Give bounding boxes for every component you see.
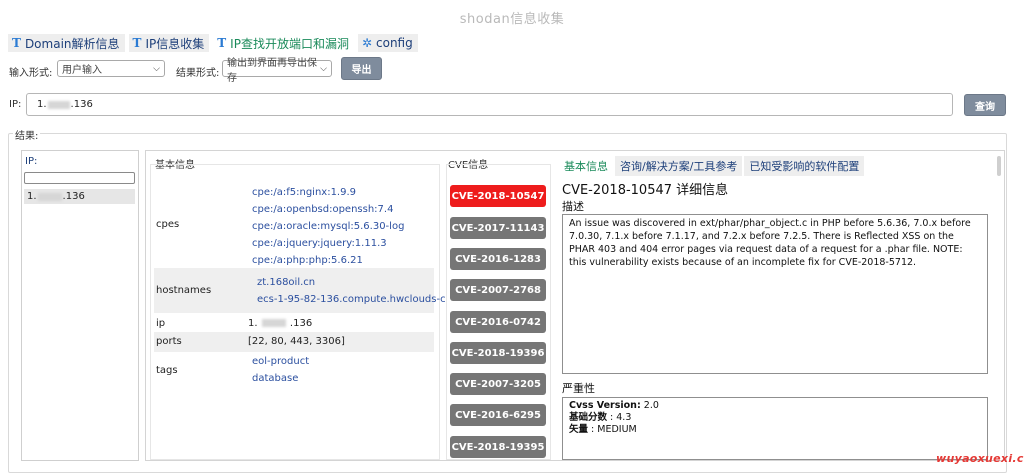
ip-value-prefix: 1. [37, 99, 47, 110]
description-label: 描述 [562, 200, 584, 213]
hostnames-key: hostnames [156, 285, 212, 296]
base-score-line: 基础分数 : 4.3 [569, 412, 632, 423]
input-mode-label: 输入形式: [9, 68, 53, 79]
cve-button[interactable]: CVE-2018-19396 [450, 342, 546, 364]
cve-button-selected[interactable]: CVE-2018-10547 [450, 185, 546, 207]
tab-label: Domain解析信息 [24, 36, 120, 51]
redaction-mask [47, 100, 70, 109]
cpe-link[interactable]: cpe:/a:oracle:mysql:5.6.30-log [252, 218, 404, 235]
export-button[interactable]: 导出 [341, 57, 382, 80]
base-score-label: 基础分数 [569, 412, 608, 423]
description-textbox[interactable]: An issue was discovered in ext/phar/phar… [562, 214, 988, 374]
ip-list-header: IP: [25, 156, 38, 167]
tags-list: eol-product database [252, 353, 309, 387]
tab-ip-info[interactable]: T IP信息收集 [128, 34, 210, 52]
text-icon: T [217, 36, 227, 50]
severity-textbox[interactable]: Cvss Version: 2.0 基础分数 : 4.3 矢量 : MEDIUM [562, 397, 988, 460]
result-mode-value: 输出到界面再导出保存 [227, 57, 317, 84]
cpe-link[interactable]: cpe:/a:f5:nginx:1.9.9 [252, 184, 404, 201]
results-legend: 结果: [13, 127, 41, 142]
redaction-mask [261, 319, 286, 327]
tag-link[interactable]: eol-product [252, 353, 309, 370]
result-mode-select[interactable]: 输出到界面再导出保存 ⌵ [222, 58, 332, 84]
ip-value-suffix: .136 [70, 99, 93, 110]
ip-input[interactable]: 1. .136 [26, 93, 953, 116]
tab-domain[interactable]: T Domain解析信息 [8, 34, 125, 52]
ip-value: 1. .136 [248, 318, 312, 329]
cpes-key: cpes [156, 219, 180, 230]
description-text: An issue was discovered in ext/phar/phar… [569, 218, 971, 268]
app-title: shodan信息收集 [459, 12, 565, 27]
input-mode-value: 用户输入 [62, 65, 102, 76]
redaction-mask [37, 192, 62, 201]
text-icon: T [12, 36, 21, 50]
tab-label: IP信息收集 [145, 36, 205, 51]
cve-button[interactable]: CVE-2016-6295 [450, 404, 546, 426]
scrollbar[interactable] [997, 156, 1001, 176]
tab-label: config [376, 36, 413, 50]
main-tabs: T Domain解析信息 T IP信息收集 T IP查找开放端口和漏洞 ✲ co… [8, 34, 418, 52]
cve-button[interactable]: CVE-2007-2768 [450, 279, 546, 301]
ip-item-suffix: .136 [62, 191, 85, 202]
cve-detail-heading: CVE-2018-10547 详细信息 [562, 183, 729, 198]
gear-icon: ✲ [361, 36, 373, 50]
tab-label: IP查找开放端口和漏洞 [230, 36, 349, 51]
ip-value-suffix: .136 [289, 318, 313, 329]
ip-item-prefix: 1. [27, 191, 37, 202]
tab-affected-configs[interactable]: 已知受影响的软件配置 [744, 156, 865, 176]
tags-key: tags [156, 365, 178, 376]
severity-content: Cvss Version: 2.0 基础分数 : 4.3 矢量 : MEDIUM [563, 398, 987, 438]
severity-label: 严重性 [562, 382, 595, 395]
ip-label: IP: [9, 99, 22, 110]
cve-button[interactable]: CVE-2016-1283 [450, 248, 546, 270]
tab-references[interactable]: 咨询/解决方案/工具参考 [615, 156, 743, 176]
text-icon: T [132, 36, 142, 50]
ports-value: [22, 80, 443, 3306] [248, 336, 345, 347]
cpe-link[interactable]: cpe:/a:openbsd:openssh:7.4 [252, 201, 404, 218]
detail-tabs: 基本信息 咨询/解决方案/工具参考 已知受影响的软件配置 [559, 156, 865, 176]
vector-label: 矢量 [569, 424, 589, 435]
tab-basic-info[interactable]: 基本信息 [559, 156, 613, 176]
ip-value-prefix: 1. [248, 318, 258, 329]
list-item[interactable]: 1. .136 [24, 189, 135, 204]
ip-list-search[interactable] [24, 172, 135, 184]
chevron-down-icon: ⌵ [153, 63, 160, 74]
cve-button[interactable]: CVE-2016-0742 [450, 311, 546, 333]
hostname-link[interactable]: ecs-1-95-82-136.compute.hwclouds-c [257, 291, 446, 308]
base-score-value: 4.3 [616, 412, 632, 423]
ip-key: ip [156, 318, 166, 329]
ports-key: ports [156, 336, 182, 347]
hostname-link[interactable]: zt.168oil.cn [257, 274, 446, 291]
chevron-down-icon: ⌵ [320, 63, 327, 74]
cvss-version-line: Cvss Version: 2.0 [569, 400, 981, 412]
input-mode-select[interactable]: 用户输入 ⌵ [57, 60, 165, 77]
cve-button[interactable]: CVE-2017-11143 [450, 217, 546, 239]
vector-value: MEDIUM [597, 424, 637, 435]
cpes-list: cpe:/a:f5:nginx:1.9.9 cpe:/a:openbsd:ope… [252, 184, 404, 269]
cpe-link[interactable]: cpe:/a:jquery:jquery:1.11.3 [252, 235, 404, 252]
tab-config[interactable]: ✲ config [357, 34, 418, 52]
tag-link[interactable]: database [252, 370, 309, 387]
result-mode-label: 结果形式: [176, 68, 220, 79]
query-button[interactable]: 查询 [964, 94, 1006, 116]
vector-line: 矢量 : MEDIUM [569, 424, 637, 435]
tab-ip-ports-vulns[interactable]: T IP查找开放端口和漏洞 [213, 34, 354, 52]
cve-button[interactable]: CVE-2018-19395 [450, 436, 546, 458]
cvss-version-value: 2.0 [643, 400, 659, 411]
cve-button[interactable]: CVE-2007-3205 [450, 373, 546, 395]
ip-list-panel: IP: 1. .136 [21, 150, 139, 461]
watermark: wuyaoxuexi.cn [936, 452, 1024, 465]
cvss-version-label: Cvss Version: [569, 400, 641, 411]
cpe-link[interactable]: cpe:/a:php:php:5.6.21 [252, 252, 404, 269]
hostnames-list: zt.168oil.cn ecs-1-95-82-136.compute.hwc… [257, 274, 446, 308]
